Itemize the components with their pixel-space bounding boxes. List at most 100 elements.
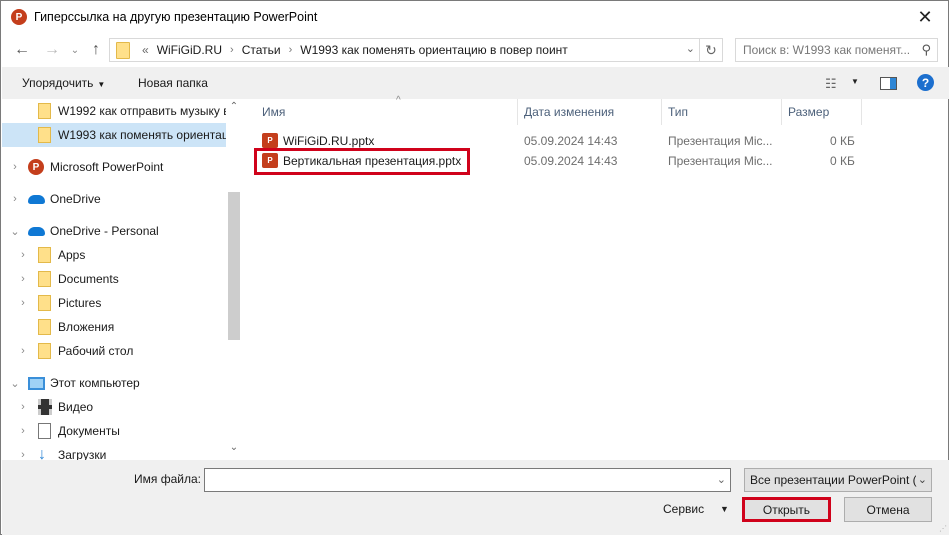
tree-item-label: Microsoft PowerPoint: [50, 160, 164, 174]
column-header-size[interactable]: Размер: [782, 99, 862, 125]
tree-item-apps[interactable]: › Apps: [2, 243, 227, 267]
chevron-right-icon[interactable]: ›: [17, 401, 29, 413]
pptx-file-icon: P: [262, 133, 278, 148]
scroll-down-icon[interactable]: ⌄: [226, 442, 242, 453]
tree-item-desktop[interactable]: › Рабочий стол: [2, 339, 227, 363]
sort-ascending-icon: ^: [396, 95, 401, 106]
cloud-icon: [28, 226, 45, 236]
open-button[interactable]: Открыть: [742, 497, 831, 522]
cloud-icon: [28, 194, 45, 204]
organize-label: Упорядочить: [22, 76, 94, 90]
tree-item-label: Видео: [58, 400, 94, 414]
chevron-right-icon[interactable]: ›: [17, 345, 29, 357]
up-button[interactable]: ↑: [86, 40, 106, 60]
back-button[interactable]: ←: [12, 40, 32, 60]
open-file-dialog: P Гиперссылка на другую презентацию Powe…: [0, 0, 949, 535]
title-bar: P Гиперссылка на другую презентацию Powe…: [1, 1, 948, 33]
computer-icon: [28, 376, 45, 390]
tree-item-label: Documents: [58, 272, 119, 286]
document-icon: [38, 423, 51, 439]
column-label: Дата изменения: [524, 105, 615, 119]
column-header-name[interactable]: ^ Имя: [256, 95, 518, 125]
chevron-down-icon[interactable]: ⌄: [9, 377, 21, 390]
chevron-right-icon[interactable]: ›: [17, 425, 29, 437]
filetype-select[interactable]: Все презентации PowerPoint ( ⌄: [744, 468, 932, 492]
forward-button[interactable]: →: [42, 40, 62, 60]
folder-icon: [116, 41, 130, 59]
chevron-right-icon[interactable]: ›: [9, 193, 21, 205]
tree-item-onedrive-personal[interactable]: ⌄ OneDrive - Personal: [2, 219, 227, 243]
navigation-bar: ← → ⌄ ↑ « WiFiGiD.RU › Статьи › W1993 ка…: [1, 37, 948, 63]
dialog-footer: Имя файла: ⌄ Все презентации PowerPoint …: [2, 460, 949, 535]
chevron-right-icon[interactable]: ›: [9, 161, 21, 173]
dialog-title: Гиперссылка на другую презентацию PowerP…: [34, 10, 318, 24]
tree-item-attachments[interactable]: Вложения: [2, 315, 227, 339]
breadcrumb-overflow[interactable]: «: [142, 43, 149, 57]
chevron-right-icon[interactable]: ›: [17, 273, 29, 285]
search-placeholder: Поиск в: W1993 как поменят...: [743, 43, 911, 57]
tree-item-documents[interactable]: › Documents: [2, 267, 227, 291]
organize-button[interactable]: Упорядочить ▼: [22, 76, 105, 90]
cancel-button[interactable]: Отмена: [844, 497, 932, 522]
powerpoint-icon: P: [11, 9, 27, 25]
file-name: WiFiGiD.RU.pptx: [283, 134, 375, 148]
new-folder-button[interactable]: Новая папка: [138, 76, 208, 90]
column-label: Тип: [668, 105, 689, 119]
recent-locations-button[interactable]: ⌄: [65, 40, 85, 60]
tree-item-onedrive[interactable]: › OneDrive: [2, 187, 227, 211]
file-size: 0 КБ: [830, 134, 855, 148]
tree-item-documents-ru[interactable]: › Документы: [2, 419, 227, 443]
chevron-right-icon[interactable]: ›: [17, 249, 29, 261]
tree-item-microsoft-powerpoint[interactable]: › P Microsoft PowerPoint: [2, 155, 227, 179]
arrow-left-icon: ←: [14, 41, 30, 58]
file-size: 0 КБ: [830, 154, 855, 168]
tree-item-pictures[interactable]: › Pictures: [2, 291, 227, 315]
breadcrumb-item[interactable]: WiFiGiD.RU: [157, 43, 222, 57]
tree-item-w1992[interactable]: W1992 как отправить музыку в: [2, 99, 227, 123]
address-dropdown-icon[interactable]: ⌄: [686, 42, 695, 55]
file-date: 05.09.2024 14:43: [524, 154, 618, 168]
navigation-scrollbar[interactable]: ⌃ ⌄: [226, 99, 242, 460]
chevron-down-icon[interactable]: ⌄: [915, 473, 927, 486]
filename-input[interactable]: ⌄: [204, 468, 731, 492]
column-label: Имя: [262, 105, 286, 119]
filename-label: Имя файла:: [134, 472, 201, 486]
tree-item-this-pc[interactable]: ⌄ Этот компьютер: [2, 371, 227, 395]
tree-item-label: Документы: [58, 424, 120, 438]
folder-icon: [38, 103, 51, 119]
chevron-down-icon[interactable]: ⌄: [9, 225, 21, 238]
folder-icon: [38, 319, 51, 335]
tree-item-label: Этот компьютер: [50, 376, 140, 390]
tools-button[interactable]: Сервис: [663, 502, 704, 516]
search-icon[interactable]: ⚲: [921, 42, 931, 58]
resize-grip-icon[interactable]: ⋰: [939, 524, 947, 533]
caret-down-icon[interactable]: ▼: [720, 504, 729, 514]
chevron-right-icon[interactable]: ›: [17, 449, 29, 460]
breadcrumb-separator-icon[interactable]: ›: [230, 44, 234, 56]
refresh-button[interactable]: ↻: [700, 38, 723, 62]
chevron-right-icon[interactable]: ›: [17, 297, 29, 309]
preview-pane-icon[interactable]: [880, 77, 897, 90]
column-header-type[interactable]: Тип: [662, 99, 782, 125]
powerpoint-icon: P: [28, 159, 44, 175]
file-date: 05.09.2024 14:43: [524, 134, 618, 148]
chevron-down-icon[interactable]: ⌄: [717, 473, 726, 486]
tree-item-label: OneDrive - Personal: [50, 224, 159, 238]
scroll-up-icon[interactable]: ⌃: [226, 101, 242, 112]
close-button[interactable]: ✕: [902, 1, 948, 33]
tree-item-downloads[interactable]: › ↓ Загрузки: [2, 443, 227, 461]
breadcrumb-item[interactable]: W1993 как поменять ориентацию в повер по…: [300, 43, 568, 57]
column-header-date[interactable]: Дата изменения: [518, 99, 662, 125]
tree-item-w1993[interactable]: W1993 как поменять ориентац: [2, 123, 227, 147]
view-dropdown-icon[interactable]: ▼: [851, 77, 859, 86]
tree-item-label: W1992 как отправить музыку в: [58, 104, 227, 118]
address-bar[interactable]: « WiFiGiD.RU › Статьи › W1993 как поменя…: [109, 38, 700, 62]
view-list-icon[interactable]: ☷: [825, 76, 837, 92]
chevron-down-icon: ⌄: [70, 44, 80, 56]
tree-item-video[interactable]: › Видео: [2, 395, 227, 419]
breadcrumb-item[interactable]: Статьи: [242, 43, 281, 57]
breadcrumb-separator-icon[interactable]: ›: [289, 44, 293, 56]
search-input[interactable]: Поиск в: W1993 как поменят... ⚲: [735, 38, 938, 62]
scrollbar-thumb[interactable]: [228, 192, 240, 340]
help-icon[interactable]: ?: [917, 74, 934, 91]
